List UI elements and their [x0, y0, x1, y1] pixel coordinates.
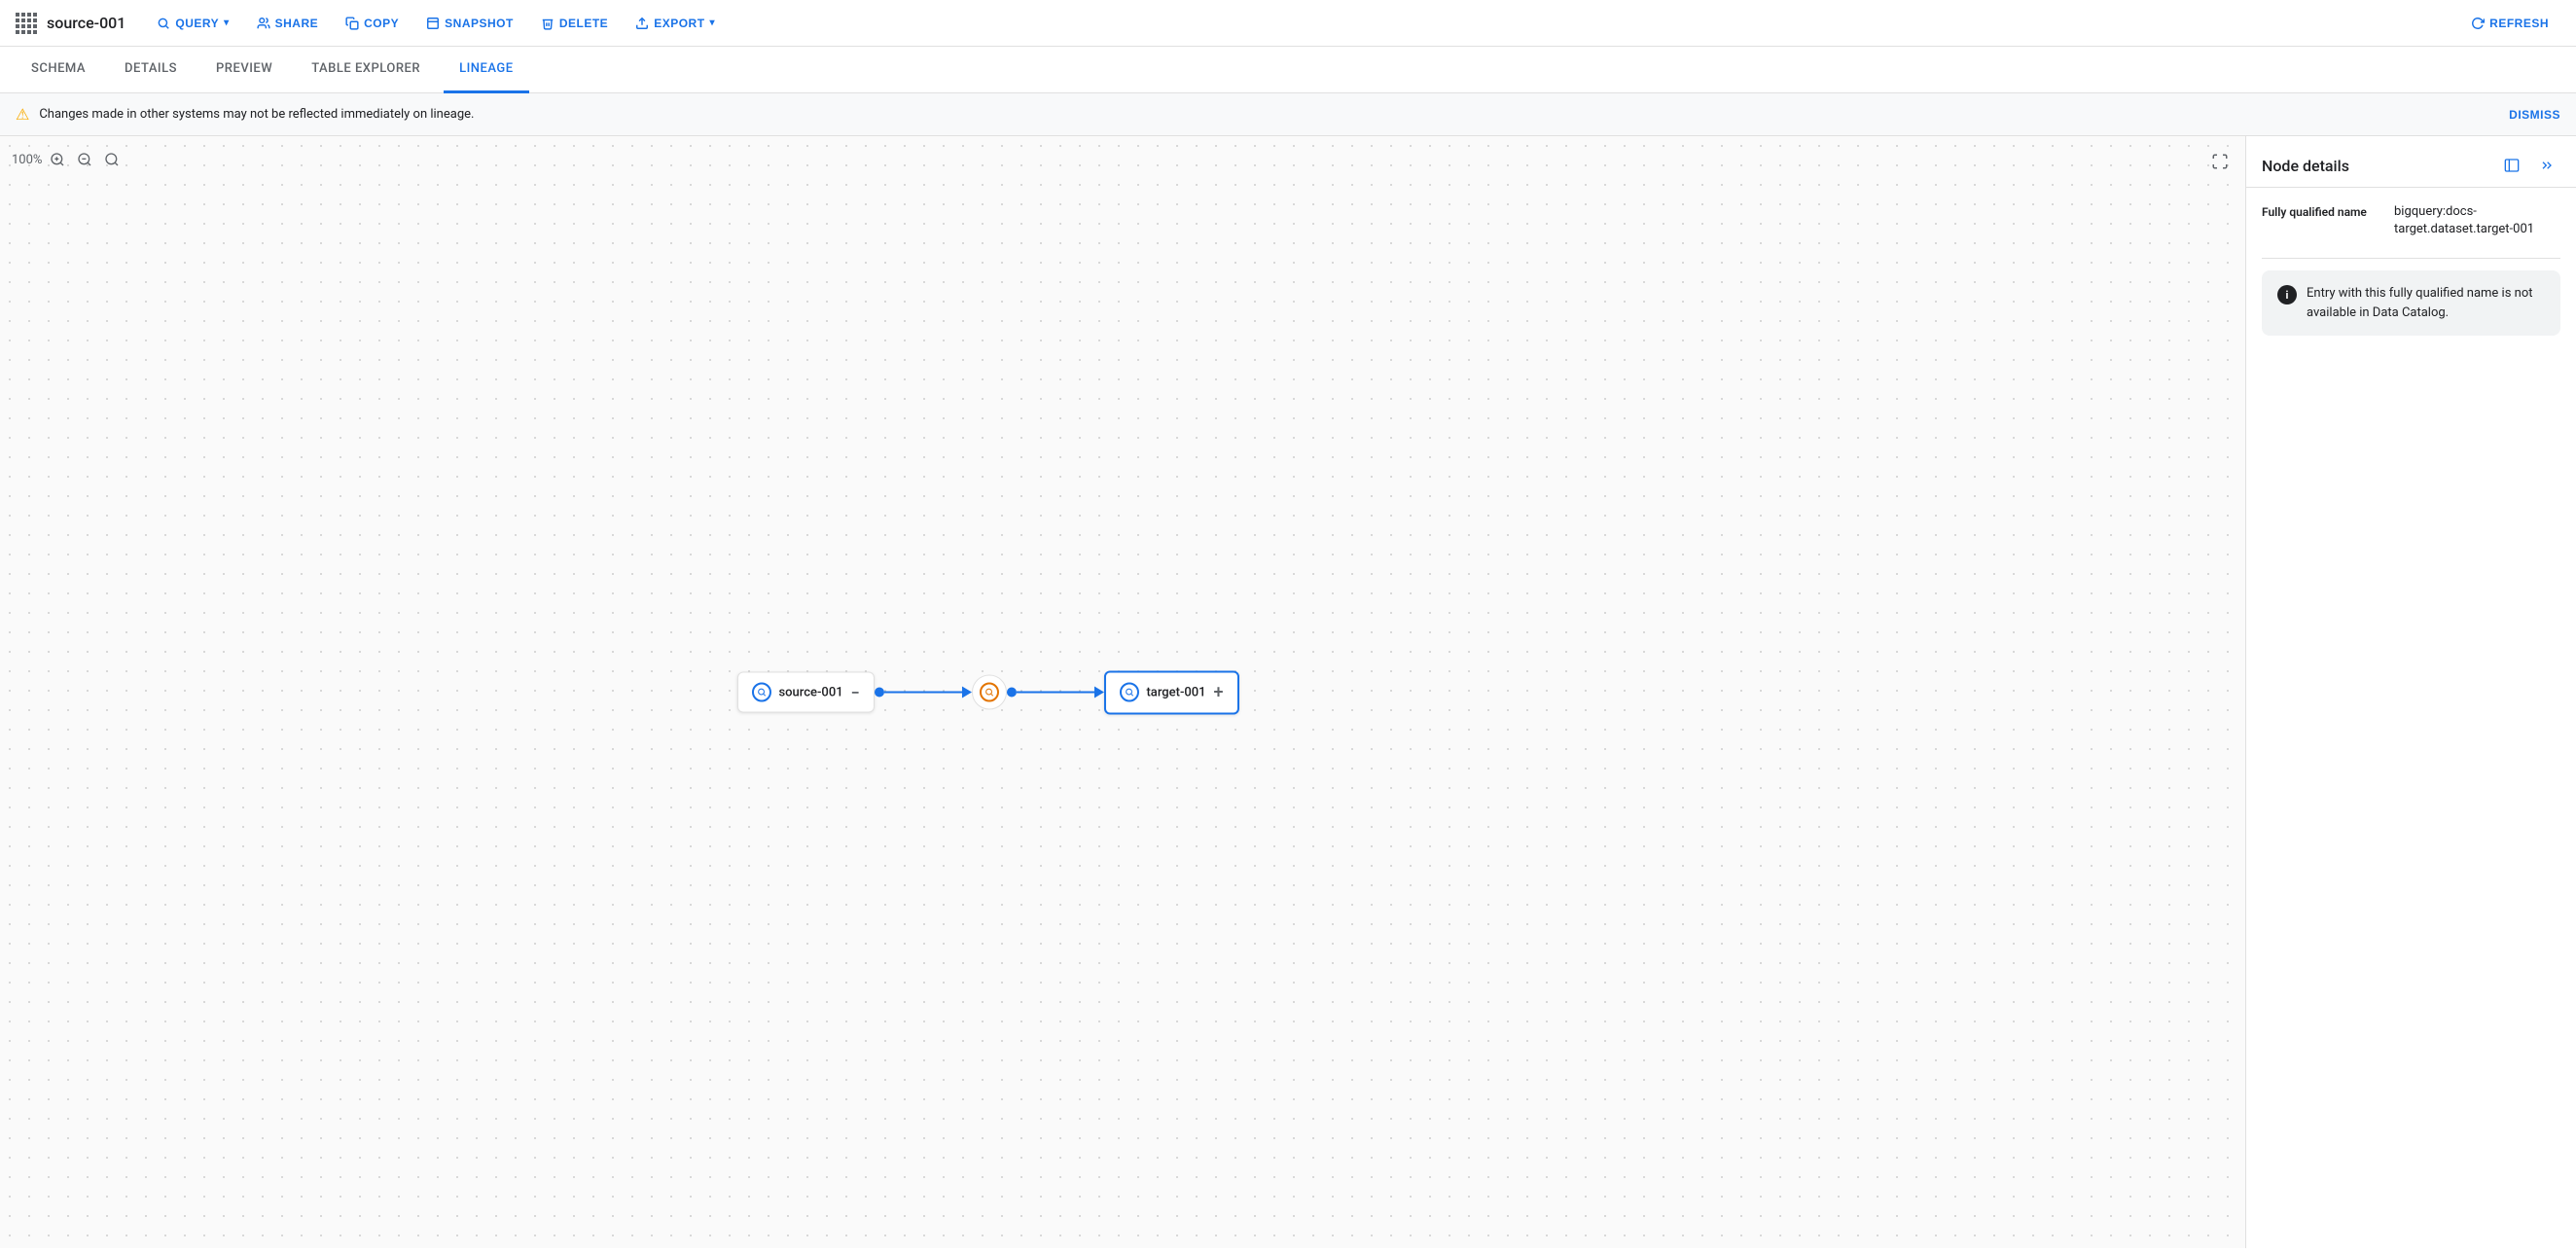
search-icon	[157, 17, 170, 30]
connector-line-1	[883, 692, 961, 694]
copy-button[interactable]: COPY	[334, 11, 411, 36]
copy-icon	[345, 17, 359, 30]
export-button[interactable]: EXPORT ▾	[624, 11, 727, 36]
fit-view-button[interactable]	[2206, 148, 2234, 175]
connector-dot-1	[874, 688, 883, 698]
top-bar: source-001 QUERY ▾ SHARE COPY SNAPSHOT D…	[0, 0, 2576, 47]
info-message: Entry with this fully qualified name is …	[2307, 284, 2545, 322]
zoom-in-icon	[50, 152, 65, 167]
fully-qualified-name-row: Fully qualified name bigquery:docs-targe…	[2262, 203, 2560, 238]
panel-view-toggle[interactable]	[2498, 152, 2525, 179]
info-icon: i	[2277, 285, 2297, 304]
panel-body: Fully qualified name bigquery:docs-targe…	[2246, 188, 2576, 351]
connector-arrow-2	[1093, 687, 1103, 698]
delete-icon	[541, 17, 555, 30]
refresh-button[interactable]: REFRESH	[2459, 11, 2560, 36]
panel-divider	[2262, 258, 2560, 259]
panel-header: Node details	[2246, 136, 2576, 188]
zoom-out-button[interactable]	[73, 148, 96, 171]
snapshot-icon	[426, 17, 440, 30]
lineage-diagram: source-001 −	[736, 670, 1238, 714]
export-dropdown-icon: ▾	[710, 18, 716, 28]
dismiss-button[interactable]: DISMISS	[2509, 108, 2560, 122]
warning-icon: ⚠	[16, 105, 29, 124]
share-icon	[257, 17, 270, 30]
connector-1	[874, 687, 971, 698]
connector-dot-2	[1006, 688, 1016, 698]
notice-bar: ⚠ Changes made in other systems may not …	[0, 93, 2576, 136]
source-node-label: source-001	[778, 685, 842, 699]
middle-node-icon	[979, 683, 998, 702]
fully-qualified-name-label: Fully qualified name	[2262, 203, 2379, 238]
target-node[interactable]: target-001 +	[1103, 670, 1238, 714]
zoom-reset-button[interactable]	[100, 148, 124, 171]
connector-line-2	[1016, 692, 1093, 694]
query-dropdown-icon: ▾	[224, 18, 230, 28]
refresh-icon	[2471, 17, 2485, 30]
tab-details[interactable]: DETAILS	[109, 47, 193, 93]
page-title: source-001	[47, 14, 125, 32]
zoom-reset-icon	[104, 152, 120, 167]
snapshot-button[interactable]: SNAPSHOT	[414, 11, 525, 36]
panel-toggle-icon	[2504, 158, 2520, 173]
node-details-panel: Node details Fully qualified name bigque…	[2245, 136, 2576, 1248]
main-area: 100%	[0, 136, 2576, 1248]
source-node-collapse[interactable]: −	[851, 683, 860, 701]
connector-arrow-1	[961, 687, 971, 698]
connector-2	[1006, 687, 1103, 698]
search-target-icon	[1124, 688, 1133, 698]
panel-collapse-icon	[2539, 158, 2555, 173]
source-node[interactable]: source-001 −	[736, 672, 874, 713]
search-orange-icon	[984, 688, 993, 698]
delete-button[interactable]: DELETE	[529, 11, 620, 36]
panel-title: Node details	[2262, 157, 2490, 175]
tab-lineage[interactable]: LINEAGE	[444, 47, 529, 93]
tab-schema[interactable]: SCHEMA	[16, 47, 101, 93]
tab-preview[interactable]: PREVIEW	[200, 47, 288, 93]
info-box: i Entry with this fully qualified name i…	[2262, 270, 2560, 336]
grid-icon	[16, 13, 37, 34]
panel-collapse-button[interactable]	[2533, 152, 2560, 179]
zoom-in-button[interactable]	[46, 148, 69, 171]
query-button[interactable]: QUERY ▾	[145, 11, 240, 36]
zoom-level: 100%	[12, 153, 42, 167]
notice-message: Changes made in other systems may not be…	[39, 107, 474, 122]
target-node-icon	[1119, 683, 1138, 702]
fit-view-icon	[2211, 153, 2229, 170]
lineage-canvas[interactable]: 100%	[0, 136, 2245, 1248]
app-title: source-001	[16, 13, 125, 34]
middle-node[interactable]	[971, 675, 1006, 710]
tab-table-explorer[interactable]: TABLE EXPLORER	[296, 47, 436, 93]
source-node-icon	[751, 683, 770, 702]
target-node-label: target-001	[1146, 685, 1205, 699]
share-button[interactable]: SHARE	[245, 11, 331, 36]
tabs-bar: SCHEMA DETAILS PREVIEW TABLE EXPLORER LI…	[0, 47, 2576, 93]
zoom-controls: 100%	[12, 148, 124, 171]
fully-qualified-name-value: bigquery:docs-target.dataset.target-001	[2394, 203, 2560, 238]
export-icon	[635, 17, 649, 30]
zoom-out-icon	[77, 152, 92, 167]
target-node-expand[interactable]: +	[1214, 682, 1224, 702]
search-small-icon	[756, 688, 766, 698]
